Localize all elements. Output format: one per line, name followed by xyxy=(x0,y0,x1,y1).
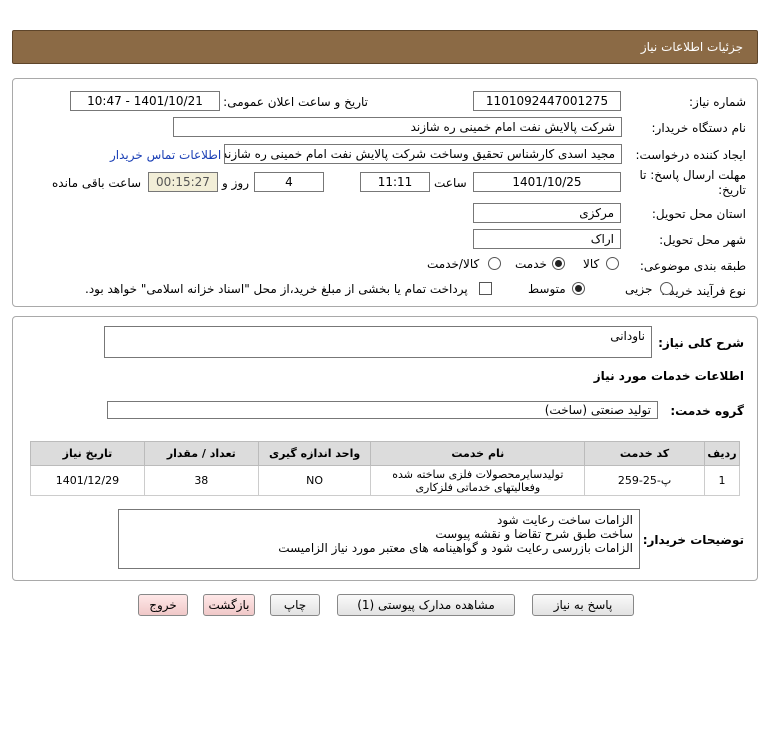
reply-button[interactable]: پاسخ به نیاز xyxy=(532,594,634,616)
buyer-note-line: الزامات ساخت رعایت شود xyxy=(496,513,633,527)
col-service-name: نام خدمت xyxy=(370,441,586,466)
purchase-medium-label: متوسط xyxy=(528,282,566,296)
services-table: ردیف کد خدمت نام خدمت واحد اندازه گیری ت… xyxy=(30,441,741,496)
page-header: جزئیات اطلاعات نیاز xyxy=(12,30,758,64)
creator-label: ایجاد کننده درخواست: xyxy=(635,148,746,162)
buyer-note-line: الزامات بازرسی رعایت شود و گواهینامه های… xyxy=(278,541,633,555)
col-row: ردیف xyxy=(703,441,741,466)
category-radio-service[interactable] xyxy=(552,257,565,273)
col-need-date: تاریخ نیاز xyxy=(30,441,145,466)
city-field: اراک xyxy=(473,229,621,249)
col-unit: واحد اندازه گیری xyxy=(257,441,372,466)
remaining-time-field: 00:15:27 xyxy=(148,172,218,192)
service-group-field: تولید صنعتی (ساخت) xyxy=(107,401,658,419)
city-label: شهر محل تحویل: xyxy=(659,233,746,247)
days-field: 4 xyxy=(254,172,324,192)
category-radio-goods[interactable] xyxy=(606,257,619,273)
category-radio-goods-service[interactable] xyxy=(488,257,501,273)
category-service-label: خدمت xyxy=(515,257,547,271)
buyer-note-line: ساخت طبق شرح تقاضا و نقشه پیوست xyxy=(435,527,633,541)
need-number-label: شماره نیاز: xyxy=(689,95,746,109)
announce-label: تاریخ و ساعت اعلان عمومی: xyxy=(223,95,368,109)
back-button[interactable]: بازگشت xyxy=(203,594,255,616)
creator-field: مجید اسدی کارشناس تحقیق وساخت شرکت پالای… xyxy=(224,144,622,164)
page-title: جزئیات اطلاعات نیاز xyxy=(640,40,743,54)
province-label: استان محل تحویل: xyxy=(651,207,746,221)
purchase-radio-medium[interactable] xyxy=(572,282,585,298)
buyer-org-field: شرکت پالایش نفت امام خمینی ره شازند xyxy=(173,117,622,137)
deadline-date-field: 1401/10/25 xyxy=(473,172,621,192)
print-button[interactable]: چاپ xyxy=(270,594,320,616)
table-row: 1 پ-25-259 تولیدسایرمحصولات فلزی ساخته ش… xyxy=(30,465,741,496)
purchase-minor-label: جزیی xyxy=(625,282,653,296)
attachments-button[interactable]: مشاهده مدارک پیوستی (1) xyxy=(337,594,515,616)
category-goods-label: کالا xyxy=(583,257,600,271)
cell-quantity: 38 xyxy=(143,465,259,496)
deadline-label: مهلت ارسال پاسخ: تا xyxy=(639,168,746,182)
col-quantity: تعداد / مقدار xyxy=(143,441,259,466)
purchase-radio-minor[interactable] xyxy=(660,282,673,298)
deadline-time-label: ساعت xyxy=(434,176,467,190)
cell-need-date: 1401/12/29 xyxy=(30,465,145,496)
category-goods-service-label: کالا/خدمت xyxy=(427,257,480,271)
service-group-label: گروه خدمت: xyxy=(670,404,744,418)
announce-field: 1401/10/21 - 10:47 xyxy=(70,91,220,111)
remaining-label: ساعت باقی مانده xyxy=(52,176,142,190)
need-number-field: 1101092447001275 xyxy=(473,91,621,111)
buyer-notes-label: توضیحات خریدار: xyxy=(642,533,744,547)
cell-unit: NO xyxy=(257,465,372,496)
purchase-type-label: نوع فرآیند خرید : xyxy=(661,284,746,298)
payment-note: پرداخت تمام یا بخشی از مبلغ خرید،از محل … xyxy=(85,282,468,296)
summary-label: شرح کلی نیاز: xyxy=(658,336,744,350)
buyer-notes-field: الزامات ساخت رعایت شود ساخت طبق شرح تقاض… xyxy=(118,509,640,569)
summary-field: ناودانی xyxy=(104,326,652,358)
cell-row: 1 xyxy=(703,465,741,496)
cell-service-name: تولیدسایرمحصولات فلزی ساخته شده وفعالیته… xyxy=(370,465,586,496)
contact-info-link[interactable]: اطلاعات تماس خریدار xyxy=(110,148,221,162)
deadline-date-label: تاریخ: xyxy=(718,183,746,197)
category-label: طبقه بندی موضوعی: xyxy=(639,259,746,273)
treasury-checkbox[interactable] xyxy=(479,282,492,298)
table-header-row: ردیف کد خدمت نام خدمت واحد اندازه گیری ت… xyxy=(30,441,741,466)
services-heading: اطلاعات خدمات مورد نیاز xyxy=(593,369,744,383)
deadline-time-field: 11:11 xyxy=(360,172,430,192)
exit-button[interactable]: خروج xyxy=(138,594,188,616)
province-field: مرکزی xyxy=(473,203,621,223)
buyer-org-label: نام دستگاه خریدار: xyxy=(651,121,747,135)
cell-service-code: پ-25-259 xyxy=(584,465,705,496)
col-service-code: کد خدمت xyxy=(584,441,705,466)
days-label: روز و xyxy=(222,176,249,190)
